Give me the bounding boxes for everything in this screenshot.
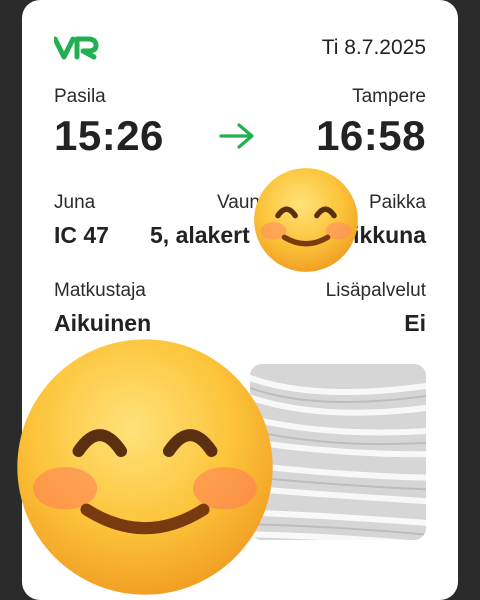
departure-time: 15:26 xyxy=(54,112,164,159)
passenger-label: Matkustaja xyxy=(54,280,146,301)
passenger-value: Aikuinen xyxy=(54,310,152,336)
smiling-face-emoji xyxy=(254,168,358,272)
seat-value: ikkuna xyxy=(353,222,426,248)
arrival-station: Tampere xyxy=(352,86,426,107)
train-label: Juna xyxy=(54,192,96,213)
train-value: IC 47 xyxy=(54,222,109,248)
vr-logo xyxy=(54,36,99,60)
seat-label: Paikka xyxy=(368,192,426,213)
departure-station: Pasila xyxy=(54,86,106,107)
arrow-right-icon xyxy=(219,123,254,149)
smiling-face-emoji-large xyxy=(17,339,273,595)
extras-label: Lisäpalvelut xyxy=(325,280,426,301)
arrival-time: 16:58 xyxy=(316,112,426,159)
extras-value: Ei xyxy=(404,310,426,336)
car-value: 5, alakert xyxy=(150,222,250,248)
travel-date: Ti 8.7.2025 xyxy=(321,36,426,59)
